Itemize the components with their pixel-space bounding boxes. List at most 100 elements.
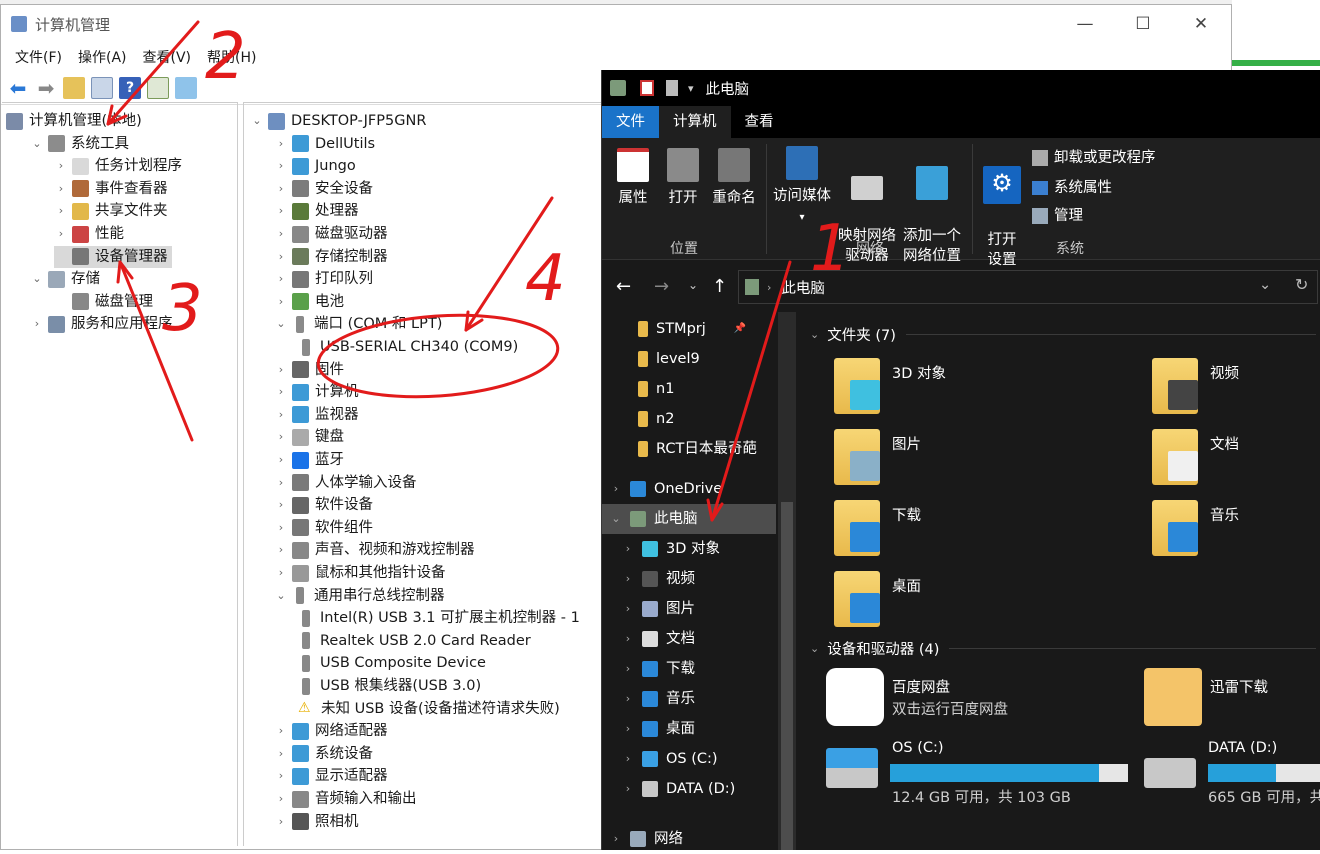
tree-expander-icon[interactable]: ›	[274, 381, 288, 403]
rename-button[interactable]: 重命名	[708, 148, 760, 208]
menu-help[interactable]: 帮助(H)	[199, 47, 264, 67]
maximize-button[interactable]: ☐	[1114, 9, 1172, 39]
tree-expander-icon[interactable]: ⌄	[274, 313, 288, 335]
console-tree-item[interactable]: › 事件查看器	[54, 178, 168, 200]
nav-item[interactable]: › OneDrive	[608, 474, 778, 504]
tree-expander-icon[interactable]: ›	[274, 268, 288, 290]
nav-expander-icon[interactable]: ⌄	[608, 504, 624, 534]
device-category[interactable]: › 显示适配器	[274, 765, 388, 787]
device-category[interactable]: › 电池	[274, 291, 344, 313]
tree-expander-icon[interactable]: ›	[274, 223, 288, 245]
tree-expander-icon[interactable]: ›	[274, 200, 288, 222]
device-category[interactable]: › 网络适配器	[274, 720, 388, 742]
help-icon[interactable]: ?	[119, 76, 141, 99]
nav-expander-icon[interactable]: ›	[620, 564, 636, 594]
device-category[interactable]: › 监视器	[274, 404, 359, 426]
device-category[interactable]: › 蓝牙	[274, 449, 344, 471]
minimize-button[interactable]: —	[1056, 9, 1114, 39]
tree-expander-icon[interactable]: ›	[54, 200, 68, 222]
refresh-icon[interactable]: ↻	[1295, 275, 1308, 294]
properties-button[interactable]: 属性	[610, 148, 656, 208]
console-tree-item[interactable]: › 服务和应用程序	[30, 313, 173, 335]
nav-expander-icon[interactable]: ›	[620, 534, 636, 564]
device-item[interactable]: USB Composite Device	[298, 652, 486, 674]
device-category[interactable]: › 软件组件	[274, 517, 373, 539]
console-tree-item[interactable]: ⌄ 系统工具	[30, 133, 129, 155]
up-arrow-icon[interactable]: ↑	[712, 276, 727, 297]
device-category[interactable]: › 固件	[274, 359, 344, 381]
nav-item[interactable]: › 3D 对象	[620, 534, 778, 564]
nav-item[interactable]: › 下载	[620, 654, 778, 684]
nav-expander-icon[interactable]: ›	[620, 744, 636, 774]
pin-icon[interactable]: 📌	[734, 314, 746, 344]
device-category[interactable]: › 声音、视频和游戏控制器	[274, 539, 475, 561]
nav-item[interactable]: › 音乐	[620, 684, 778, 714]
tree-expander-icon[interactable]: ›	[274, 291, 288, 313]
tree-expander-icon[interactable]: ›	[274, 472, 288, 494]
device-category[interactable]: › Jungo	[274, 155, 356, 177]
tab-view[interactable]: 查看	[731, 106, 788, 138]
open-settings-button[interactable]: ⚙ 打开 设置	[978, 146, 1026, 270]
up-folder-icon[interactable]	[63, 76, 85, 99]
device-category[interactable]: › 磁盘驱动器	[274, 223, 388, 245]
console-tree-item[interactable]: › 任务计划程序	[54, 155, 182, 177]
tree-expander-icon[interactable]: ›	[274, 539, 288, 561]
tree-expander-icon[interactable]: ›	[274, 720, 288, 742]
forward-arrow-icon[interactable]: →	[654, 276, 669, 297]
nav-expander-icon[interactable]: ›	[620, 684, 636, 714]
console-tree-item[interactable]: 设备管理器	[54, 245, 172, 268]
device-category[interactable]: › 人体学输入设备	[274, 472, 417, 494]
tree-expander-icon[interactable]: ›	[274, 765, 288, 787]
tab-computer[interactable]: 计算机	[659, 106, 731, 138]
nav-item[interactable]: ⌄ 此电脑	[602, 504, 776, 534]
nav-expander-icon[interactable]: ›	[620, 774, 636, 804]
nav-item[interactable]: › OS (C:)	[620, 744, 778, 774]
device-category[interactable]: › DellUtils	[274, 133, 375, 155]
device-item[interactable]: USB-SERIAL CH340 (COM9)	[298, 336, 518, 358]
tree-expander-icon[interactable]: ⌄	[250, 110, 264, 132]
tree-expander-icon[interactable]: ›	[274, 743, 288, 765]
nav-item[interactable]: › 文档	[620, 624, 778, 654]
tree-expander-icon[interactable]: ⌄	[274, 585, 288, 607]
tree-expander-icon[interactable]: ›	[274, 562, 288, 584]
system-properties-button[interactable]: 系统属性	[1032, 178, 1112, 198]
console-tree-item[interactable]: › 性能	[54, 223, 124, 245]
device-category[interactable]: › 处理器	[274, 200, 359, 222]
nav-item[interactable]: › DATA (D:)	[620, 774, 778, 804]
tree-expander-icon[interactable]: ›	[274, 811, 288, 833]
tree-expander-icon[interactable]: ›	[274, 155, 288, 177]
folder-tile[interactable]: 3D 对象	[834, 358, 946, 414]
nav-expander-icon[interactable]: ›	[620, 654, 636, 684]
folder-tile[interactable]: 文档	[1152, 429, 1239, 485]
device-category[interactable]: › 存储控制器	[274, 246, 388, 268]
nav-item[interactable]: n2	[630, 404, 778, 434]
folder-tile[interactable]: 桌面	[834, 571, 921, 627]
nav-item[interactable]: › 桌面	[620, 714, 778, 744]
device-category[interactable]: ⌄ 通用串行总线控制器	[274, 585, 445, 607]
menu-file[interactable]: 文件(F)	[7, 47, 70, 67]
chevron-down-icon[interactable]: ▾	[688, 82, 694, 95]
navigation-scrollbar-thumb[interactable]	[781, 502, 793, 850]
new-folder-icon[interactable]	[666, 80, 678, 96]
nav-expander-icon[interactable]: ›	[620, 714, 636, 744]
nav-expander-icon[interactable]: ›	[620, 594, 636, 624]
quick-properties-icon[interactable]	[640, 80, 654, 96]
console-tree-item[interactable]: ⌄ 存储	[30, 268, 100, 290]
tree-expander-icon[interactable]: ⌄	[30, 133, 44, 155]
console-tree-item[interactable]: › 共享文件夹	[54, 200, 168, 222]
uninstall-button[interactable]: 卸载或更改程序	[1032, 148, 1156, 168]
device-category[interactable]: › 打印队列	[274, 268, 373, 290]
tree-expander-icon[interactable]: ›	[274, 449, 288, 471]
tree-expander-icon[interactable]: ›	[274, 404, 288, 426]
tree-expander-icon[interactable]: ⌄	[30, 268, 44, 290]
access-media-button[interactable]: 访问媒体 ▾	[770, 146, 834, 228]
device-category[interactable]: › 音频输入和输出	[274, 788, 417, 810]
folder-tile[interactable]: 音乐	[1152, 500, 1239, 556]
folders-section-header[interactable]: ⌄ 文件夹 (7)	[810, 324, 1316, 345]
console-tree-item[interactable]: 计算机管理(本地)	[6, 110, 142, 132]
tree-expander-icon[interactable]: ›	[274, 133, 288, 155]
device-category[interactable]: › 键盘	[274, 426, 344, 448]
nav-expander-icon[interactable]: ›	[620, 624, 636, 654]
nav-item[interactable]: n1	[630, 374, 778, 404]
open-button[interactable]: 打开	[660, 148, 706, 208]
